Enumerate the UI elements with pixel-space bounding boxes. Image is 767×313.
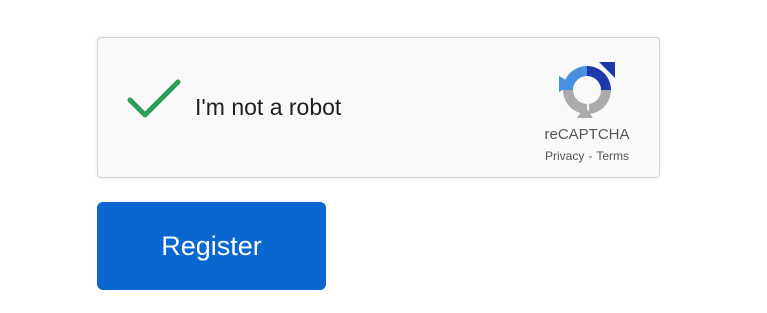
- privacy-link[interactable]: Privacy: [545, 149, 584, 163]
- links-separator: -: [588, 149, 593, 163]
- page: I'm not a robot reCAPTCHA Privacy - Terms …: [0, 0, 767, 313]
- terms-link[interactable]: Terms: [596, 149, 629, 163]
- checkmark-icon: [127, 79, 181, 118]
- register-button[interactable]: Register: [97, 202, 326, 290]
- recaptcha-links: Privacy - Terms: [527, 149, 647, 163]
- recaptcha-logo-icon: [559, 62, 615, 118]
- recaptcha-branding: reCAPTCHA Privacy - Terms: [527, 58, 647, 163]
- recaptcha-brand-label: reCAPTCHA: [544, 126, 630, 143]
- captcha-label: I'm not a robot: [195, 94, 342, 120]
- recaptcha-widget: I'm not a robot reCAPTCHA Privacy - Terms: [97, 37, 660, 178]
- robot-checkbox[interactable]: [126, 76, 186, 126]
